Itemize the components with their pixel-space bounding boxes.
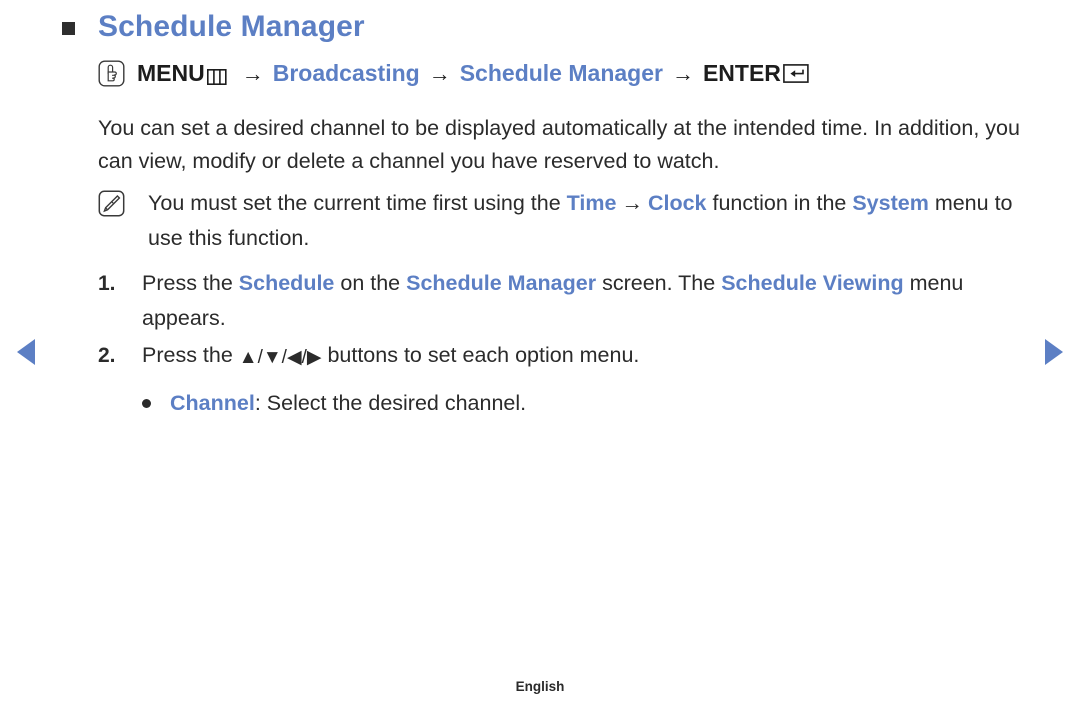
right-triangle-icon[interactable] — [1045, 339, 1063, 365]
menu-bars-icon — [206, 66, 233, 85]
step2-part-1: Press the — [142, 343, 239, 367]
note-arrow: → — [621, 191, 643, 215]
note-row: You must set the current time first usin… — [98, 186, 1028, 256]
enter-label: ENTER — [702, 60, 781, 86]
page-title: Schedule Manager — [98, 10, 365, 43]
schedule-manager-screen-label: Schedule Manager — [406, 271, 597, 295]
step-number: 1. — [98, 272, 116, 295]
page-title-row: Schedule Manager — [62, 10, 365, 43]
manual-page: Schedule Manager MENU → Broadcasting → S… — [0, 0, 1080, 705]
schedule-label: Schedule — [238, 271, 335, 295]
clock-label: Clock — [647, 191, 707, 215]
note-pencil-icon — [98, 190, 125, 217]
enter-return-key-icon — [783, 64, 811, 83]
step1-part-2: on the — [334, 271, 407, 295]
step-item: 1. Press the Schedule on the Schedule Ma… — [98, 266, 1028, 336]
system-label: System — [852, 191, 929, 215]
hand-press-button-icon — [98, 60, 125, 87]
broadcasting-label: Broadcasting — [272, 60, 420, 86]
note-part-2: function in the — [706, 191, 853, 215]
note-text: You must set the current time first usin… — [148, 186, 1028, 256]
bullet-text: Channel: Select the desired channel. — [170, 386, 526, 421]
step1-part-3: screen. The — [596, 271, 722, 295]
step1-part-1: Press the — [142, 271, 239, 295]
schedule-manager-label: Schedule Manager — [459, 60, 663, 86]
path-arrow-1: → — [241, 60, 264, 86]
step-number: 2. — [98, 344, 116, 367]
step-item: 2. Press the ▲/▼/◀/▶ buttons to set each… — [98, 338, 1028, 375]
menu-path-text: MENU → Broadcasting → Schedule Manager →… — [137, 62, 811, 85]
channel-description: : Select the desired channel. — [254, 391, 527, 415]
note-part-1: You must set the current time first usin… — [148, 191, 567, 215]
list-item: Channel: Select the desired channel. — [142, 386, 1022, 421]
step-text: Press the ▲/▼/◀/▶ buttons to set each op… — [142, 338, 1028, 375]
step2-part-2: buttons to set each option menu. — [321, 343, 640, 367]
step-text: Press the Schedule on the Schedule Manag… — [142, 266, 1028, 336]
direction-buttons-icon: ▲/▼/◀/▶ — [238, 347, 322, 368]
channel-label: Channel — [170, 391, 255, 415]
intro-paragraph: You can set a desired channel to be disp… — [98, 116, 1020, 173]
menu-path-row: MENU → Broadcasting → Schedule Manager →… — [98, 60, 811, 87]
filled-square-icon — [62, 22, 75, 35]
footer-language: English — [515, 679, 565, 694]
path-arrow-2: → — [428, 60, 451, 86]
schedule-viewing-label: Schedule Viewing — [721, 271, 904, 295]
time-label: Time — [566, 191, 617, 215]
menu-label: MENU — [137, 60, 205, 86]
bullet-dot-icon — [142, 399, 151, 408]
left-triangle-icon[interactable] — [17, 339, 35, 365]
path-arrow-3: → — [671, 60, 694, 86]
